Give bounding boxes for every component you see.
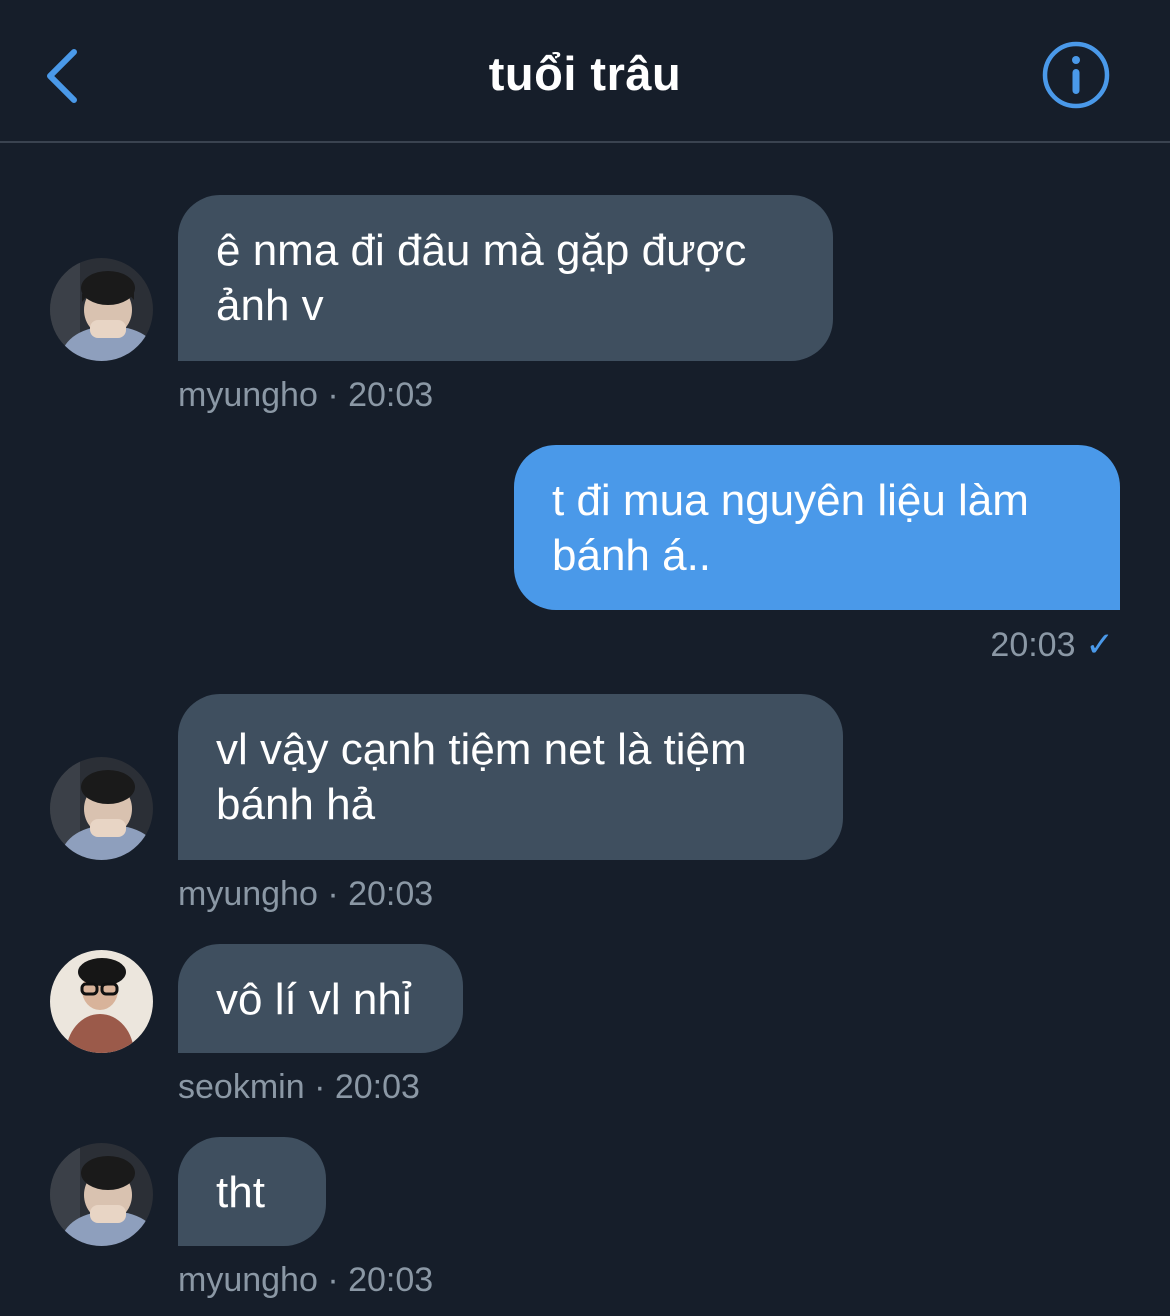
sender-name: myungho <box>178 376 318 414</box>
message-meta: myungho · 20:03 <box>178 875 433 914</box>
avatar-myungho[interactable] <box>50 258 153 361</box>
message-meta: myungho · 20:03 <box>178 376 433 415</box>
avatar-seokmin[interactable] <box>50 950 153 1053</box>
meta-separator: · <box>314 1068 326 1106</box>
message-time: 20:03 <box>990 626 1076 664</box>
message-bubble-incoming[interactable]: vl vậy cạnh tiệm net là tiệm bánh hả <box>178 694 843 860</box>
sender-name: myungho <box>178 1261 318 1299</box>
message-bubble-incoming[interactable]: vô lí vl nhỉ <box>178 944 463 1053</box>
message-bubble-outgoing[interactable]: t đi mua nguyên liệu làm bánh á.. <box>514 445 1120 610</box>
sender-name: seokmin <box>178 1068 305 1106</box>
info-button[interactable] <box>1040 39 1112 111</box>
message-time: 20:03 <box>334 1068 420 1106</box>
meta-separator: · <box>327 376 339 414</box>
message-time: 20:03 <box>348 1261 434 1299</box>
message-time: 20:03 <box>348 875 434 913</box>
info-circle-icon <box>1042 41 1110 109</box>
message-bubble-incoming[interactable]: ê nma đi đâu mà gặp được ảnh v <box>178 195 833 361</box>
conversation-header: tuổi trâu <box>0 0 1170 143</box>
checkmark-icon: ✓ <box>1085 626 1115 664</box>
message-bubble-incoming[interactable]: tht <box>178 1137 326 1246</box>
message-meta: 20:03 ✓ <box>990 625 1114 665</box>
avatar-myungho[interactable] <box>50 757 153 860</box>
meta-separator: · <box>327 875 339 913</box>
message-meta: seokmin · 20:03 <box>178 1068 420 1107</box>
sender-name: myungho <box>178 875 318 913</box>
avatar-myungho[interactable] <box>50 1143 153 1246</box>
conversation-title: tuổi trâu <box>488 47 682 100</box>
message-time: 20:03 <box>348 376 434 414</box>
meta-separator: · <box>327 1261 339 1299</box>
message-meta: myungho · 20:03 <box>178 1261 433 1300</box>
